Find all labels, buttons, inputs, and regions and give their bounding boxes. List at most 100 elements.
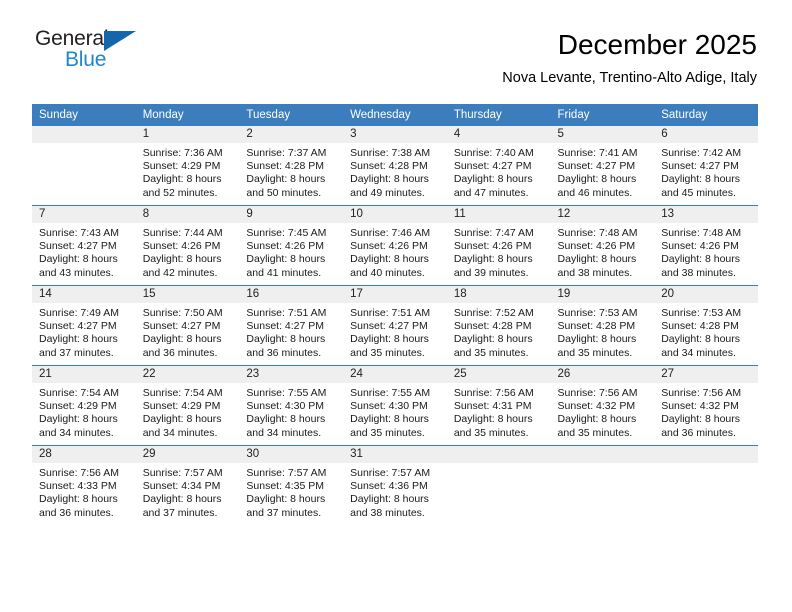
- calendar-day-cell[interactable]: 7 Sunrise: 7:43 AM Sunset: 4:27 PM Daylight…: [32, 205, 136, 286]
- day-detail-line: Sunset: 4:28 PM: [661, 320, 739, 333]
- calendar-day-cell[interactable]: 22 Sunrise: 7:54 AM Sunset: 4:29 PM Dayligh…: [135, 365, 240, 446]
- day-detail-line: Sunrise: 7:56 AM: [39, 467, 119, 479]
- day-detail-line: Sunrise: 7:57 AM: [142, 467, 223, 479]
- day-detail-line: and 49 minutes.: [350, 186, 425, 199]
- day-detail-line: Sunset: 4:27 PM: [557, 160, 636, 173]
- day-number: [550, 446, 655, 463]
- day-detail-line: Sunrise: 7:48 AM: [557, 227, 638, 239]
- day-detail-line: Sunset: 4:32 PM: [661, 400, 739, 413]
- day-detail-line: Sunrise: 7:56 AM: [453, 387, 534, 399]
- day-detail-line: Sunset: 4:26 PM: [350, 240, 428, 253]
- calendar-day-cell[interactable]: 30 Sunrise: 7:57 AM Sunset: 4:35 PM Dayligh…: [239, 445, 344, 525]
- day-number: 30: [239, 446, 344, 463]
- calendar-day-cell[interactable]: 16 Sunrise: 7:51 AM Sunset: 4:27 PM Dayligh…: [239, 285, 344, 366]
- day-number: 20: [654, 286, 758, 303]
- day-details: Sunrise: 7:55 AM Sunset: 4:30 PM Daylight:…: [343, 383, 447, 440]
- day-detail-line: Sunset: 4:36 PM: [350, 480, 428, 493]
- day-detail-line: Sunrise: 7:51 AM: [246, 307, 327, 319]
- day-detail-line: Sunset: 4:31 PM: [453, 400, 532, 413]
- day-details: [447, 463, 551, 467]
- day-detail-line: Daylight: 8 hours: [142, 493, 222, 506]
- generalblue-logo: General Blue: [35, 28, 235, 80]
- calendar-day-cell[interactable]: 6 Sunrise: 7:42 AM Sunset: 4:27 PM Daylight…: [654, 126, 758, 206]
- calendar-day-cell[interactable]: 9 Sunrise: 7:45 AM Sunset: 4:26 PM Daylight…: [239, 205, 344, 286]
- calendar-day-cell[interactable]: 27 Sunrise: 7:56 AM Sunset: 4:32 PM Dayligh…: [654, 365, 758, 446]
- day-detail-line: and 52 minutes.: [142, 186, 218, 199]
- calendar-day-cell[interactable]: 15 Sunrise: 7:50 AM Sunset: 4:27 PM Dayligh…: [135, 285, 240, 366]
- calendar-day-cell[interactable]: 13 Sunrise: 7:48 AM Sunset: 4:26 PM Dayligh…: [654, 205, 758, 286]
- calendar-day-cell[interactable]: 12 Sunrise: 7:48 AM Sunset: 4:26 PM Dayligh…: [550, 205, 655, 286]
- day-detail-line: Daylight: 8 hours: [246, 333, 326, 346]
- calendar-day-cell[interactable]: 31 Sunrise: 7:57 AM Sunset: 4:36 PM Dayligh…: [343, 445, 447, 525]
- weekday-header-wednesday: Wednesday: [343, 104, 447, 126]
- day-detail-line: Daylight: 8 hours: [39, 413, 118, 426]
- day-detail-line: Daylight: 8 hours: [246, 173, 326, 186]
- calendar-day-cell[interactable]: 25 Sunrise: 7:56 AM Sunset: 4:31 PM Dayligh…: [446, 365, 551, 446]
- day-detail-line: Daylight: 8 hours: [661, 173, 741, 186]
- day-number: 14: [32, 286, 136, 303]
- calendar-day-cell[interactable]: 21 Sunrise: 7:54 AM Sunset: 4:29 PM Dayligh…: [32, 365, 136, 446]
- day-details: Sunrise: 7:49 AM Sunset: 4:27 PM Daylight:…: [32, 303, 136, 360]
- calendar-day-cell[interactable]: 17 Sunrise: 7:51 AM Sunset: 4:27 PM Dayligh…: [343, 285, 447, 366]
- calendar-day-cell-empty: [654, 445, 758, 525]
- day-detail-line: Sunset: 4:26 PM: [661, 240, 739, 253]
- day-number: 18: [446, 286, 551, 303]
- day-number: 4: [446, 126, 551, 143]
- day-detail-line: and 37 minutes.: [39, 346, 114, 359]
- calendar-day-cell[interactable]: 23 Sunrise: 7:55 AM Sunset: 4:30 PM Dayligh…: [239, 365, 344, 446]
- calendar-day-cell[interactable]: 18 Sunrise: 7:52 AM Sunset: 4:28 PM Dayligh…: [446, 285, 551, 366]
- calendar-day-cell[interactable]: 24 Sunrise: 7:55 AM Sunset: 4:30 PM Dayligh…: [343, 365, 447, 446]
- day-detail-line: Sunrise: 7:40 AM: [453, 147, 534, 159]
- calendar-day-cell[interactable]: 4 Sunrise: 7:40 AM Sunset: 4:27 PM Daylight…: [446, 126, 551, 206]
- day-detail-line: Sunset: 4:27 PM: [350, 320, 428, 333]
- calendar-week-row: 14 Sunrise: 7:49 AM Sunset: 4:27 PM Dayligh…: [32, 285, 758, 366]
- day-detail-line: Daylight: 8 hours: [557, 333, 637, 346]
- day-detail-line: Sunset: 4:28 PM: [557, 320, 636, 333]
- day-detail-line: Daylight: 8 hours: [557, 253, 637, 266]
- calendar-day-cell[interactable]: 29 Sunrise: 7:57 AM Sunset: 4:34 PM Dayligh…: [135, 445, 240, 525]
- calendar-day-cell[interactable]: 14 Sunrise: 7:49 AM Sunset: 4:27 PM Dayligh…: [32, 285, 136, 366]
- day-details: Sunrise: 7:56 AM Sunset: 4:31 PM Daylight:…: [447, 383, 551, 440]
- day-details: Sunrise: 7:48 AM Sunset: 4:26 PM Daylight:…: [654, 223, 758, 280]
- calendar-day-cell[interactable]: 2 Sunrise: 7:37 AM Sunset: 4:28 PM Daylight…: [239, 126, 344, 206]
- day-number: [654, 446, 758, 463]
- calendar-day-cell[interactable]: 5 Sunrise: 7:41 AM Sunset: 4:27 PM Daylight…: [550, 126, 655, 206]
- weekday-header-tuesday: Tuesday: [239, 104, 344, 126]
- calendar-day-cell[interactable]: 3 Sunrise: 7:38 AM Sunset: 4:28 PM Daylight…: [343, 126, 447, 206]
- calendar-day-cell[interactable]: 20 Sunrise: 7:53 AM Sunset: 4:28 PM Dayligh…: [654, 285, 758, 366]
- calendar-day-cell[interactable]: 10 Sunrise: 7:46 AM Sunset: 4:26 PM Dayligh…: [343, 205, 447, 286]
- day-detail-line: Daylight: 8 hours: [661, 333, 741, 346]
- day-detail-line: Daylight: 8 hours: [350, 413, 429, 426]
- day-detail-line: Daylight: 8 hours: [661, 413, 741, 426]
- calendar-day-cell[interactable]: 28 Sunrise: 7:56 AM Sunset: 4:33 PM Dayligh…: [32, 445, 136, 525]
- weekday-header-monday: Monday: [135, 104, 240, 126]
- day-detail-line: Sunset: 4:26 PM: [246, 240, 325, 253]
- day-number: 28: [32, 446, 136, 463]
- day-detail-line: and 36 minutes.: [142, 346, 218, 359]
- day-detail-line: Daylight: 8 hours: [350, 253, 429, 266]
- day-detail-line: Daylight: 8 hours: [557, 413, 637, 426]
- day-detail-line: Sunset: 4:29 PM: [142, 160, 221, 173]
- day-detail-line: and 41 minutes.: [246, 266, 322, 279]
- day-detail-line: and 35 minutes.: [557, 346, 633, 359]
- day-number: 22: [135, 366, 240, 383]
- day-detail-line: Sunset: 4:26 PM: [557, 240, 636, 253]
- day-number: 23: [239, 366, 344, 383]
- day-number: 26: [550, 366, 655, 383]
- calendar-day-cell[interactable]: 19 Sunrise: 7:53 AM Sunset: 4:28 PM Dayligh…: [550, 285, 655, 366]
- calendar-day-cell[interactable]: 1 Sunrise: 7:36 AM Sunset: 4:29 PM Daylight…: [135, 126, 240, 206]
- calendar-day-cell[interactable]: 26 Sunrise: 7:56 AM Sunset: 4:32 PM Dayligh…: [550, 365, 655, 446]
- day-detail-line: and 34 minutes.: [246, 426, 322, 439]
- calendar-day-cell[interactable]: 11 Sunrise: 7:47 AM Sunset: 4:26 PM Dayligh…: [446, 205, 551, 286]
- day-detail-line: Sunset: 4:27 PM: [661, 160, 739, 173]
- day-number: 8: [135, 206, 240, 223]
- calendar-week-row: 7 Sunrise: 7:43 AM Sunset: 4:27 PM Daylight…: [32, 205, 758, 286]
- day-detail-line: Sunset: 4:32 PM: [557, 400, 636, 413]
- day-detail-line: Sunrise: 7:44 AM: [142, 227, 223, 239]
- day-detail-line: and 37 minutes.: [142, 506, 218, 519]
- day-details: Sunrise: 7:51 AM Sunset: 4:27 PM Daylight:…: [239, 303, 343, 360]
- day-details: Sunrise: 7:51 AM Sunset: 4:27 PM Daylight:…: [343, 303, 447, 360]
- day-detail-line: Daylight: 8 hours: [142, 413, 222, 426]
- calendar-day-cell[interactable]: 8 Sunrise: 7:44 AM Sunset: 4:26 PM Daylight…: [135, 205, 240, 286]
- day-detail-line: Daylight: 8 hours: [453, 253, 533, 266]
